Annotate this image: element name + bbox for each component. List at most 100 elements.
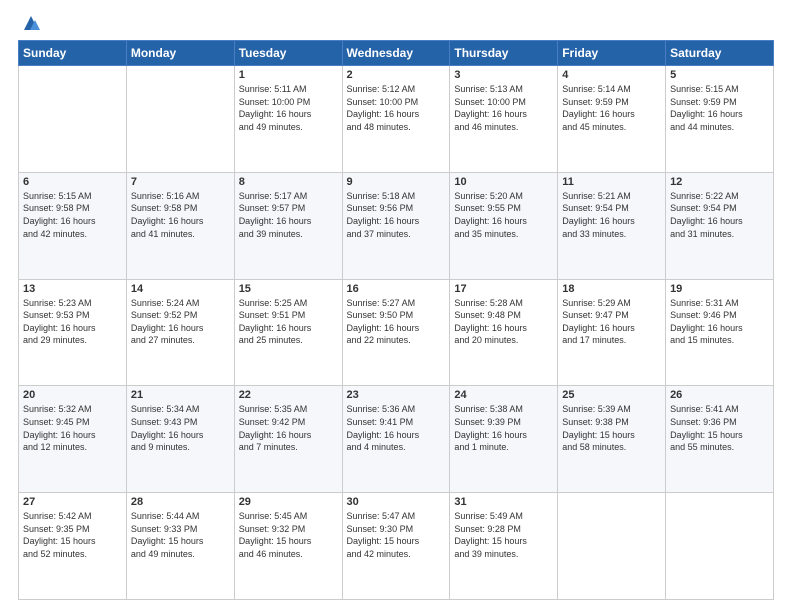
- calendar-cell: 10Sunrise: 5:20 AM Sunset: 9:55 PM Dayli…: [450, 172, 558, 279]
- calendar-cell: 5 Sunrise: 5:15 AM Sunset: 9:59 PM Daylig…: [666, 66, 774, 173]
- day-info: Sunrise: 5:15 AM Sunset: 9:58 PM Dayligh…: [23, 190, 122, 240]
- logo: [18, 16, 42, 34]
- day-number: 14: [131, 283, 230, 295]
- day-number: 18: [562, 283, 661, 295]
- calendar-cell: [666, 493, 774, 600]
- day-info: Sunrise: 5:42 AM Sunset: 9:35 PM Dayligh…: [23, 510, 122, 560]
- day-number: 12: [670, 176, 769, 188]
- day-info: Sunrise: 5:12 AM Sunset: 10:00 PM Daylig…: [347, 83, 446, 133]
- day-number: 16: [347, 283, 446, 295]
- day-info: Sunrise: 5:29 AM Sunset: 9:47 PM Dayligh…: [562, 297, 661, 347]
- day-number: 25: [562, 389, 661, 401]
- page: SundayMondayTuesdayWednesdayThursdayFrid…: [0, 0, 792, 612]
- day-number: 30: [347, 496, 446, 508]
- weekday-header-friday: Friday: [558, 41, 666, 66]
- calendar-cell: 4 Sunrise: 5:14 AM Sunset: 9:59 PM Daylig…: [558, 66, 666, 173]
- calendar-cell: 31Sunrise: 5:49 AM Sunset: 9:28 PM Dayli…: [450, 493, 558, 600]
- calendar-cell: 30 Sunrise: 5:47 AM Sunset: 9:30 PM Dayli…: [342, 493, 450, 600]
- day-number: 5: [670, 69, 769, 81]
- day-info: Sunrise: 5:25 AM Sunset: 9:51 PM Dayligh…: [239, 297, 338, 347]
- calendar-cell: 17 Sunrise: 5:28 AM Sunset: 9:48 PM Dayli…: [450, 279, 558, 386]
- calendar-cell: 12 Sunrise: 5:22 AM Sunset: 9:54 PM Dayli…: [666, 172, 774, 279]
- day-info: Sunrise: 5:27 AM Sunset: 9:50 PM Dayligh…: [347, 297, 446, 347]
- day-number: 20: [23, 389, 122, 401]
- calendar-cell: 3Sunrise: 5:13 AM Sunset: 10:00 PM Dayli…: [450, 66, 558, 173]
- day-number: 27: [23, 496, 122, 508]
- weekday-header-saturday: Saturday: [666, 41, 774, 66]
- calendar-cell: 14 Sunrise: 5:24 AM Sunset: 9:52 PM Dayli…: [126, 279, 234, 386]
- day-info: Sunrise: 5:36 AM Sunset: 9:41 PM Dayligh…: [347, 403, 446, 453]
- calendar-cell: [19, 66, 127, 173]
- day-info: Sunrise: 5:24 AM Sunset: 9:52 PM Dayligh…: [131, 297, 230, 347]
- day-info: Sunrise: 5:11 AM Sunset: 10:00 PM Daylig…: [239, 83, 338, 133]
- weekday-header-monday: Monday: [126, 41, 234, 66]
- calendar-table: SundayMondayTuesdayWednesdayThursdayFrid…: [18, 40, 774, 600]
- day-info: Sunrise: 5:34 AM Sunset: 9:43 PM Dayligh…: [131, 403, 230, 453]
- calendar-cell: 1 Sunrise: 5:11 AM Sunset: 10:00 PM Dayli…: [234, 66, 342, 173]
- day-number: 21: [131, 389, 230, 401]
- day-number: 9: [347, 176, 446, 188]
- week-row-3: 13Sunrise: 5:23 AM Sunset: 9:53 PM Dayli…: [19, 279, 774, 386]
- calendar-cell: 18 Sunrise: 5:29 AM Sunset: 9:47 PM Dayli…: [558, 279, 666, 386]
- day-number: 19: [670, 283, 769, 295]
- day-number: 7: [131, 176, 230, 188]
- week-row-1: 1 Sunrise: 5:11 AM Sunset: 10:00 PM Dayli…: [19, 66, 774, 173]
- day-number: 22: [239, 389, 338, 401]
- day-info: Sunrise: 5:31 AM Sunset: 9:46 PM Dayligh…: [670, 297, 769, 347]
- day-number: 11: [562, 176, 661, 188]
- day-info: Sunrise: 5:15 AM Sunset: 9:59 PM Dayligh…: [670, 83, 769, 133]
- day-number: 15: [239, 283, 338, 295]
- day-info: Sunrise: 5:21 AM Sunset: 9:54 PM Dayligh…: [562, 190, 661, 240]
- weekday-header-sunday: Sunday: [19, 41, 127, 66]
- day-number: 8: [239, 176, 338, 188]
- day-number: 4: [562, 69, 661, 81]
- day-info: Sunrise: 5:38 AM Sunset: 9:39 PM Dayligh…: [454, 403, 553, 453]
- calendar-cell: 29 Sunrise: 5:45 AM Sunset: 9:32 PM Dayli…: [234, 493, 342, 600]
- calendar-cell: 27 Sunrise: 5:42 AM Sunset: 9:35 PM Dayli…: [19, 493, 127, 600]
- calendar-cell: 6Sunrise: 5:15 AM Sunset: 9:58 PM Daylig…: [19, 172, 127, 279]
- day-info: Sunrise: 5:35 AM Sunset: 9:42 PM Dayligh…: [239, 403, 338, 453]
- weekday-header-thursday: Thursday: [450, 41, 558, 66]
- logo-icon: [20, 12, 42, 34]
- day-number: 26: [670, 389, 769, 401]
- day-info: Sunrise: 5:18 AM Sunset: 9:56 PM Dayligh…: [347, 190, 446, 240]
- calendar-cell: 25Sunrise: 5:39 AM Sunset: 9:38 PM Dayli…: [558, 386, 666, 493]
- calendar-cell: 16 Sunrise: 5:27 AM Sunset: 9:50 PM Dayli…: [342, 279, 450, 386]
- day-number: 1: [239, 69, 338, 81]
- day-info: Sunrise: 5:17 AM Sunset: 9:57 PM Dayligh…: [239, 190, 338, 240]
- week-row-4: 20 Sunrise: 5:32 AM Sunset: 9:45 PM Dayli…: [19, 386, 774, 493]
- weekday-header-row: SundayMondayTuesdayWednesdayThursdayFrid…: [19, 41, 774, 66]
- day-number: 3: [454, 69, 553, 81]
- calendar-cell: 21 Sunrise: 5:34 AM Sunset: 9:43 PM Dayli…: [126, 386, 234, 493]
- day-info: Sunrise: 5:16 AM Sunset: 9:58 PM Dayligh…: [131, 190, 230, 240]
- day-number: 10: [454, 176, 553, 188]
- calendar-cell: 20 Sunrise: 5:32 AM Sunset: 9:45 PM Dayli…: [19, 386, 127, 493]
- calendar-cell: 11 Sunrise: 5:21 AM Sunset: 9:54 PM Dayli…: [558, 172, 666, 279]
- day-number: 2: [347, 69, 446, 81]
- day-info: Sunrise: 5:45 AM Sunset: 9:32 PM Dayligh…: [239, 510, 338, 560]
- calendar-cell: 13Sunrise: 5:23 AM Sunset: 9:53 PM Dayli…: [19, 279, 127, 386]
- day-info: Sunrise: 5:47 AM Sunset: 9:30 PM Dayligh…: [347, 510, 446, 560]
- calendar-cell: 2 Sunrise: 5:12 AM Sunset: 10:00 PM Dayli…: [342, 66, 450, 173]
- calendar-cell: 24 Sunrise: 5:38 AM Sunset: 9:39 PM Dayli…: [450, 386, 558, 493]
- day-info: Sunrise: 5:44 AM Sunset: 9:33 PM Dayligh…: [131, 510, 230, 560]
- calendar-cell: 8 Sunrise: 5:17 AM Sunset: 9:57 PM Daylig…: [234, 172, 342, 279]
- day-info: Sunrise: 5:14 AM Sunset: 9:59 PM Dayligh…: [562, 83, 661, 133]
- day-info: Sunrise: 5:28 AM Sunset: 9:48 PM Dayligh…: [454, 297, 553, 347]
- day-info: Sunrise: 5:32 AM Sunset: 9:45 PM Dayligh…: [23, 403, 122, 453]
- calendar-cell: 22 Sunrise: 5:35 AM Sunset: 9:42 PM Dayli…: [234, 386, 342, 493]
- weekday-header-wednesday: Wednesday: [342, 41, 450, 66]
- day-number: 29: [239, 496, 338, 508]
- day-number: 13: [23, 283, 122, 295]
- calendar-cell: 19 Sunrise: 5:31 AM Sunset: 9:46 PM Dayli…: [666, 279, 774, 386]
- calendar-cell: 23 Sunrise: 5:36 AM Sunset: 9:41 PM Dayli…: [342, 386, 450, 493]
- day-info: Sunrise: 5:41 AM Sunset: 9:36 PM Dayligh…: [670, 403, 769, 453]
- calendar-cell: 28Sunrise: 5:44 AM Sunset: 9:33 PM Dayli…: [126, 493, 234, 600]
- header: [18, 16, 774, 34]
- calendar-cell: 7 Sunrise: 5:16 AM Sunset: 9:58 PM Daylig…: [126, 172, 234, 279]
- day-number: 23: [347, 389, 446, 401]
- calendar-cell: 15 Sunrise: 5:25 AM Sunset: 9:51 PM Dayli…: [234, 279, 342, 386]
- day-number: 17: [454, 283, 553, 295]
- day-number: 24: [454, 389, 553, 401]
- day-info: Sunrise: 5:22 AM Sunset: 9:54 PM Dayligh…: [670, 190, 769, 240]
